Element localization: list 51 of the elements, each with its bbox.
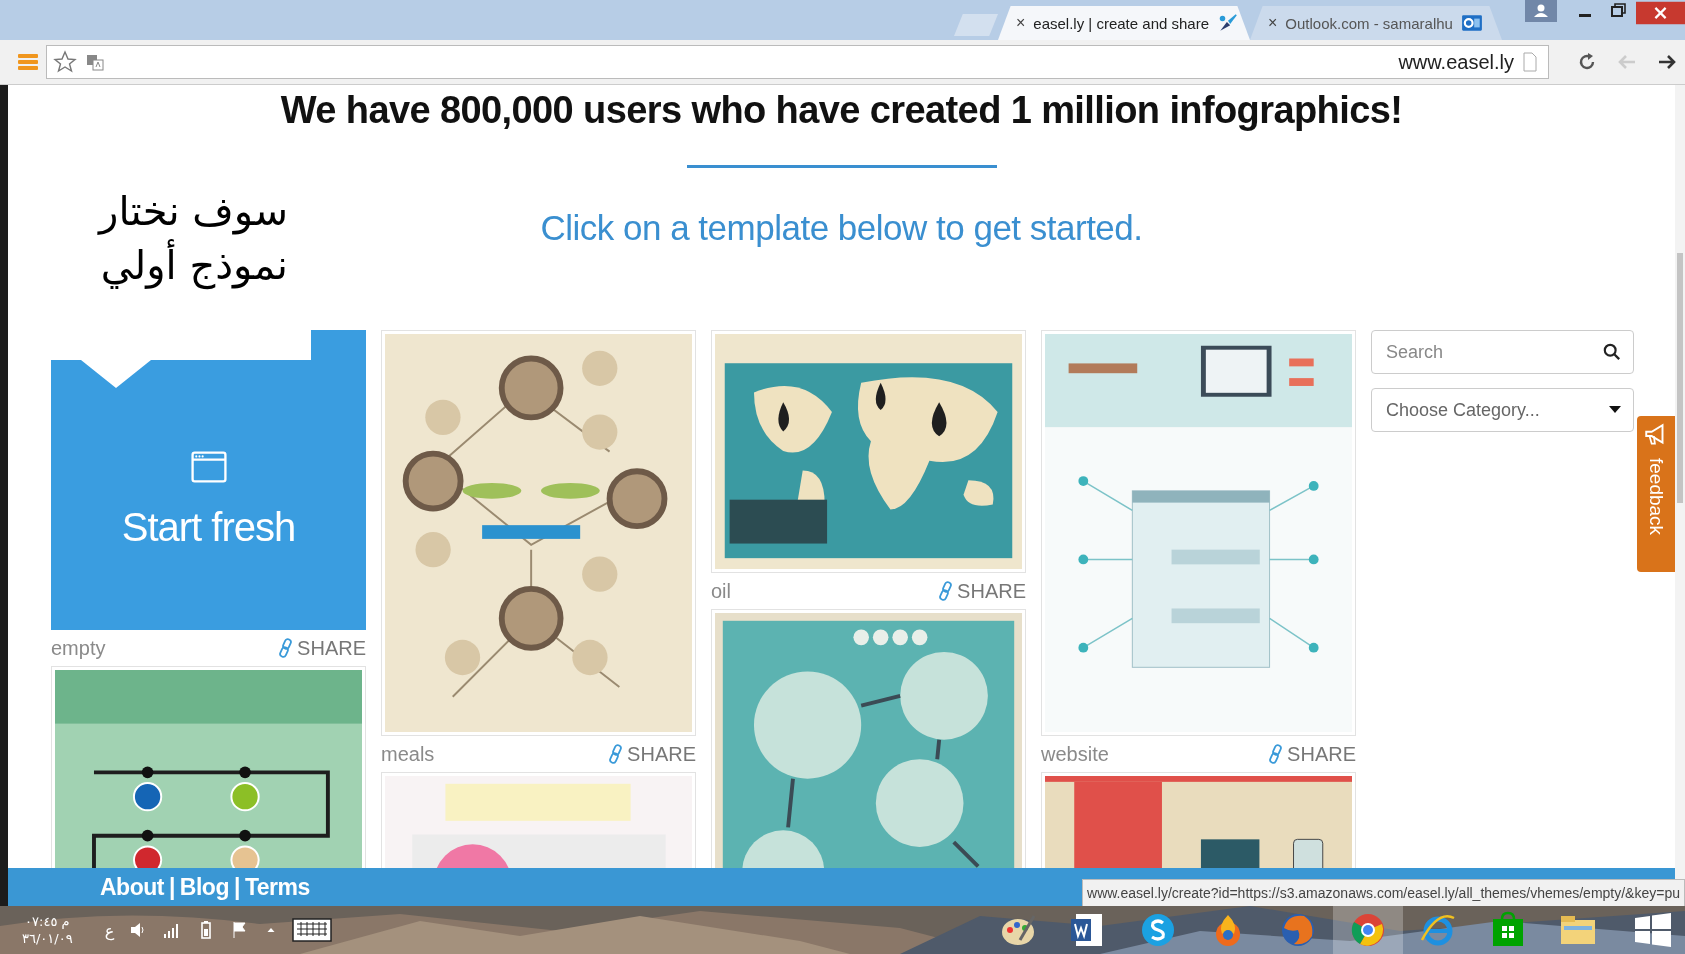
address-bar[interactable]: www.easel.ly xyxy=(46,45,1549,79)
clock-time[interactable]: م ٠٧:٤٥ xyxy=(25,913,70,930)
link-icon xyxy=(1268,744,1285,764)
pen-icon xyxy=(1217,12,1239,34)
subheading: Click on a template below to get started. xyxy=(540,208,1143,248)
share-link[interactable]: SHARE xyxy=(278,636,366,660)
language-indicator[interactable]: ع xyxy=(104,920,115,940)
template-name: empty xyxy=(51,636,106,660)
link-icon xyxy=(938,581,955,601)
close-icon[interactable] xyxy=(1636,0,1685,26)
tab-title: easel.ly | create and share xyxy=(1033,14,1209,32)
search-field[interactable]: Search xyxy=(1371,330,1634,374)
separator: | xyxy=(168,873,175,901)
start-fresh-card[interactable]: Start fresh xyxy=(51,330,366,630)
share-link[interactable]: SHARE xyxy=(1268,742,1356,766)
tab-title: Outlook.com - samaralhu xyxy=(1285,14,1453,32)
template-name: website xyxy=(1041,742,1109,766)
annotation-text: نموذج أولي xyxy=(100,238,288,292)
close-icon[interactable]: × xyxy=(1016,14,1026,32)
footer-link[interactable]: About xyxy=(100,873,164,901)
keyboard-icon[interactable] xyxy=(292,918,333,942)
scrollbar-thumb[interactable] xyxy=(1677,253,1683,503)
feedback-tab[interactable]: feedback xyxy=(1637,416,1675,572)
browser-tab[interactable]: × easel.ly | create and share xyxy=(998,6,1250,40)
annotation-text: سوف نختار xyxy=(99,187,288,237)
template-name: meals xyxy=(381,742,435,766)
clock-date[interactable]: ٣٦/٠١/٠٩ xyxy=(22,930,73,947)
footer-link[interactable]: Terms xyxy=(244,873,310,901)
mail-app-icon xyxy=(1460,12,1483,34)
page-icon xyxy=(1522,52,1538,72)
footer-link[interactable]: Blog xyxy=(179,873,229,901)
translate-icon[interactable] xyxy=(85,52,105,72)
star-icon[interactable] xyxy=(53,50,77,74)
category-dropdown[interactable]: Choose Category... xyxy=(1371,388,1634,432)
headline: We have 800,000 users who have created 1 million infographics! xyxy=(280,89,1403,132)
browser-tab[interactable]: × Outlook.com - samaralhu xyxy=(1250,6,1502,40)
url-text: www.easel.ly xyxy=(1398,50,1514,74)
search-icon xyxy=(1603,343,1621,361)
link-icon xyxy=(278,638,295,658)
window-icon xyxy=(190,450,227,483)
start-fresh-title: Start fresh xyxy=(121,504,296,550)
separator: | xyxy=(233,873,240,901)
status-url: www.easel.ly/create?id=https://s3.amazonaws.com/easel.ly/all_themes/vhemes/empty/&key=pu xyxy=(1082,879,1685,906)
user-icon[interactable] xyxy=(1525,0,1557,22)
windows-logo-icon[interactable] xyxy=(1633,910,1673,950)
share-link[interactable]: SHARE xyxy=(938,579,1026,603)
share-link[interactable]: SHARE xyxy=(608,742,696,766)
caret-icon xyxy=(1609,406,1621,414)
link-icon xyxy=(608,744,625,764)
close-icon[interactable]: × xyxy=(1268,14,1278,32)
template-name: oil xyxy=(711,579,731,603)
